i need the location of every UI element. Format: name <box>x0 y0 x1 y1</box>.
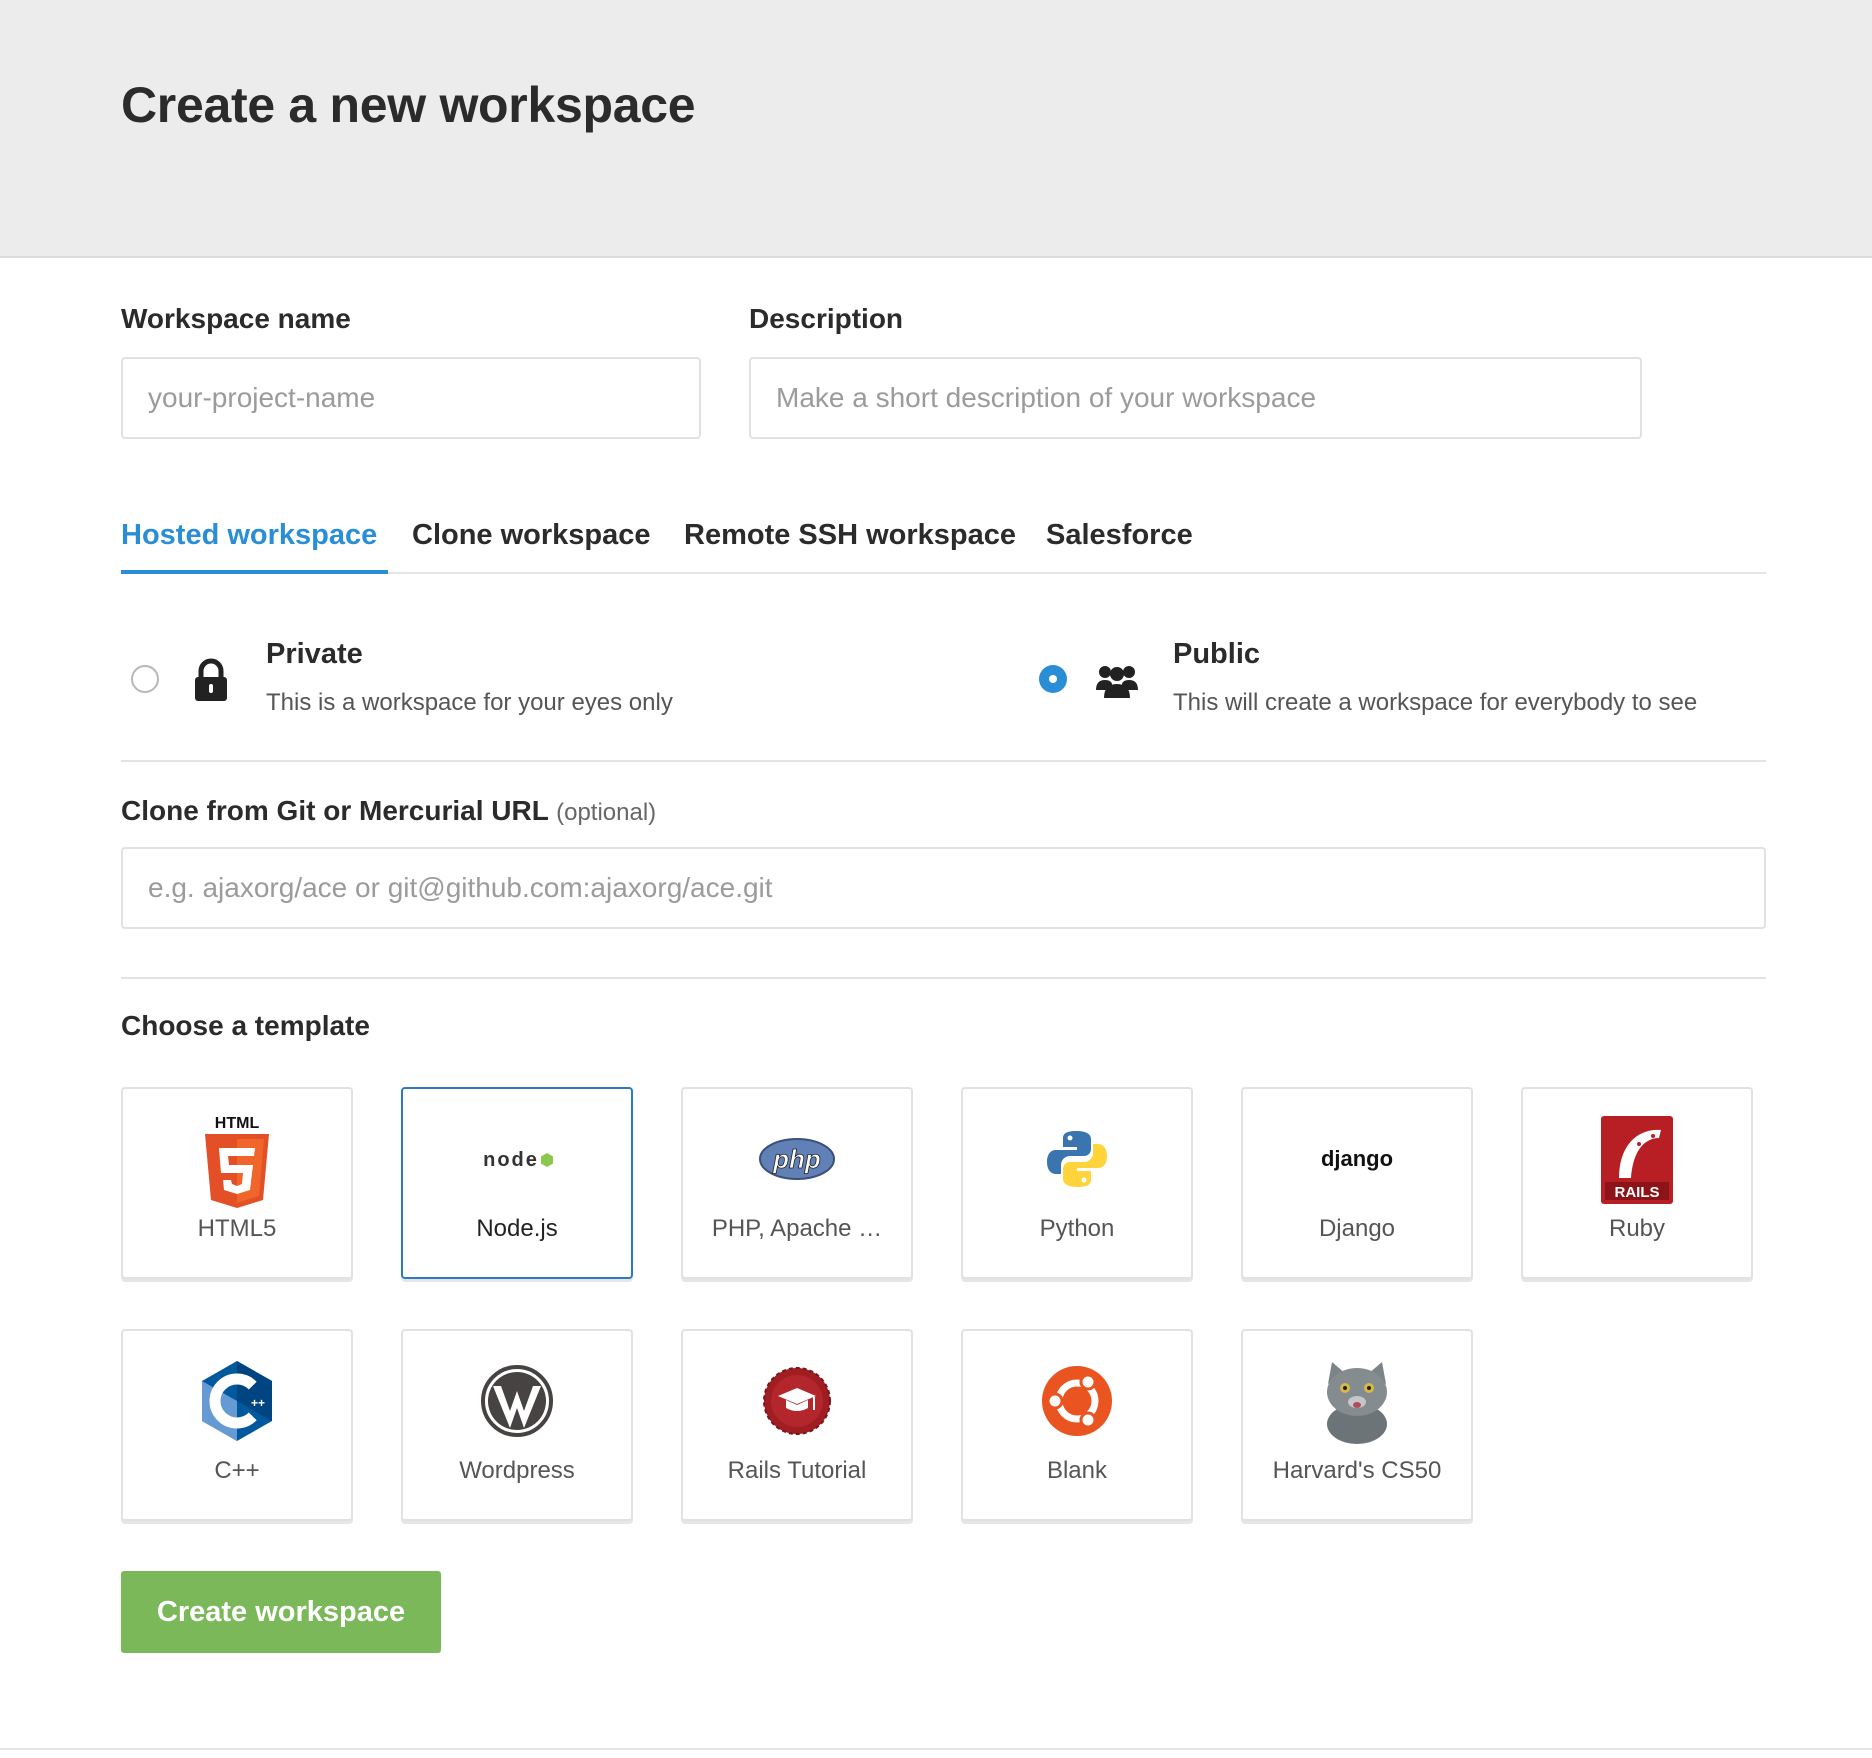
template-wordpress[interactable]: Wordpress <box>401 1329 633 1521</box>
template-django[interactable]: django Django <box>1241 1087 1473 1279</box>
clone-url-label-text: Clone from Git or Mercurial URL <box>121 795 549 826</box>
django-icon: django <box>1317 1117 1397 1201</box>
template-label: Django <box>1318 1215 1396 1242</box>
php-logo-text: php <box>772 1144 821 1174</box>
template-label: Blank <box>1046 1457 1108 1484</box>
tab-hosted-workspace[interactable]: Hosted workspace <box>121 514 388 574</box>
tab-clone-workspace[interactable]: Clone workspace <box>412 514 651 574</box>
rails-icon: RAILS <box>1597 1116 1677 1204</box>
template-html5[interactable]: HTML HTML5 <box>121 1087 353 1279</box>
private-option[interactable]: Private This is a workspace for your eye… <box>121 638 821 728</box>
section-divider <box>121 977 1766 979</box>
public-option[interactable]: Public This will create a workspace for … <box>1028 638 1766 728</box>
template-label: Node.js <box>476 1215 558 1242</box>
private-description: This is a workspace for your eyes only <box>266 689 673 716</box>
cat-icon <box>1317 1359 1397 1444</box>
template-label: Rails Tutorial <box>727 1457 867 1484</box>
django-logo-text: django <box>1321 1146 1393 1171</box>
template-harvard-cs50[interactable]: Harvard's CS50 <box>1241 1329 1473 1521</box>
clone-url-label: Clone from Git or Mercurial URL (optiona… <box>121 795 656 827</box>
template-heading: Choose a template <box>121 1010 370 1041</box>
footer-divider <box>0 1748 1872 1750</box>
template-cpp[interactable]: ++ C++ <box>121 1329 353 1521</box>
nodejs-icon: node <box>477 1117 557 1201</box>
html5-logo-text: HTML <box>215 1115 260 1132</box>
page-header: Create a new workspace <box>0 0 1872 258</box>
create-workspace-button[interactable]: Create workspace <box>121 1571 441 1653</box>
template-ruby[interactable]: RAILS Ruby <box>1521 1087 1753 1279</box>
wordpress-icon <box>477 1359 557 1443</box>
template-blank[interactable]: Blank <box>961 1329 1193 1521</box>
rails-logo-text: RAILS <box>1615 1184 1660 1201</box>
lock-icon <box>191 658 231 702</box>
template-php[interactable]: php PHP, Apache … <box>681 1087 913 1279</box>
node-logo-text: node <box>483 1149 539 1171</box>
private-title: Private <box>266 638 363 670</box>
optional-hint: (optional) <box>556 799 657 826</box>
users-icon <box>1095 658 1139 702</box>
section-divider <box>121 760 1766 762</box>
template-label: PHP, Apache … <box>711 1215 883 1242</box>
rails-tutorial-icon <box>757 1359 837 1443</box>
tab-remote-ssh-workspace[interactable]: Remote SSH workspace <box>684 514 1016 574</box>
description-label: Description <box>749 303 904 334</box>
template-label: HTML5 <box>197 1215 277 1242</box>
template-label: Wordpress <box>459 1457 575 1484</box>
workspace-type-tabs: Hosted workspace Clone workspace Remote … <box>121 514 1766 574</box>
template-label: Python <box>1039 1215 1115 1242</box>
clone-url-input[interactable] <box>121 847 1766 929</box>
description-input[interactable] <box>749 357 1642 439</box>
svg-text:++: ++ <box>251 1396 265 1410</box>
tab-salesforce[interactable]: Salesforce <box>1046 514 1193 574</box>
private-radio[interactable] <box>131 665 159 693</box>
template-rails-tutorial[interactable]: Rails Tutorial <box>681 1329 913 1521</box>
page-title: Create a new workspace <box>121 77 696 133</box>
template-python[interactable]: Python <box>961 1087 1193 1279</box>
template-label: Ruby <box>1608 1215 1666 1242</box>
public-description: This will create a workspace for everybo… <box>1173 689 1698 716</box>
template-nodejs[interactable]: node Node.js <box>401 1087 633 1279</box>
public-title: Public <box>1173 638 1261 670</box>
cpp-icon: ++ <box>197 1359 277 1443</box>
template-label: C++ <box>214 1457 260 1484</box>
workspace-name-label: Workspace name <box>121 303 351 334</box>
python-icon <box>1037 1117 1117 1201</box>
workspace-name-input[interactable] <box>121 357 701 439</box>
template-label: Harvard's CS50 <box>1272 1457 1442 1484</box>
ubuntu-icon <box>1037 1359 1117 1443</box>
php-icon: php <box>757 1117 837 1201</box>
public-radio[interactable] <box>1039 665 1067 693</box>
html5-icon: HTML <box>197 1115 277 1208</box>
